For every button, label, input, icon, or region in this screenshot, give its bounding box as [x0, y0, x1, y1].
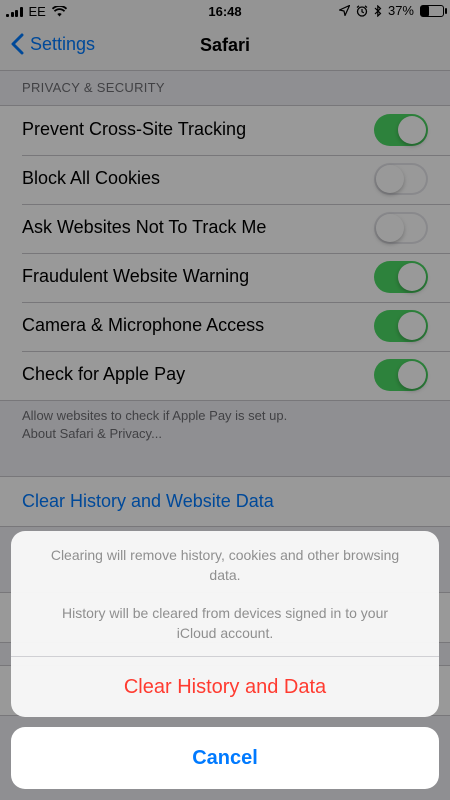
- action-sheet: Clearing will remove history, cookies an…: [11, 531, 439, 717]
- action-sheet-message-1: Clearing will remove history, cookies an…: [50, 547, 400, 583]
- action-sheet-message-2: History will be cleared from devices sig…: [61, 605, 389, 641]
- action-sheet-message: Clearing will remove history, cookies an…: [11, 531, 439, 643]
- clear-history-and-data-button[interactable]: Clear History and Data: [11, 657, 439, 717]
- cancel-button[interactable]: Cancel: [11, 727, 439, 789]
